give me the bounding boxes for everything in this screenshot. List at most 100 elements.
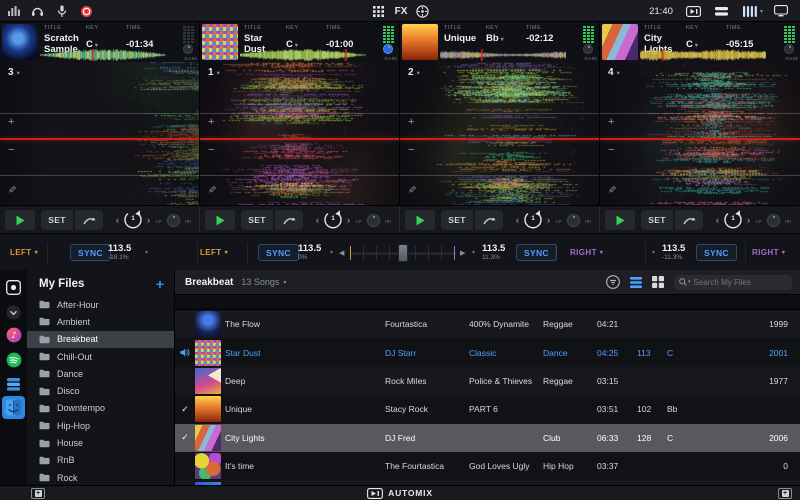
track-overview[interactable] <box>440 48 566 60</box>
edit-pencil-icon[interactable]: ✎ <box>406 185 417 193</box>
loop-halve-button[interactable]: ‹ <box>513 215 522 225</box>
pitch-bend-button[interactable] <box>675 210 703 230</box>
menu-icon[interactable] <box>712 0 730 22</box>
levels-icon[interactable] <box>6 0 22 22</box>
record-icon[interactable] <box>78 0 94 22</box>
playlist-name[interactable]: Breakbeat <box>185 277 233 288</box>
gain-knob[interactable] <box>784 44 794 54</box>
microphone-icon[interactable] <box>54 0 70 22</box>
grid-view-icon[interactable] <box>652 276 664 288</box>
sidebar-folder-item[interactable]: Ambient <box>27 313 174 330</box>
beat-jump-selector[interactable]: 4▾ <box>608 67 620 78</box>
gain-knob[interactable] <box>583 44 593 54</box>
music-library-icon[interactable]: ♪ <box>4 325 23 344</box>
deck-key-select[interactable]: Bb▾ <box>486 33 526 44</box>
sidebar-folder-item[interactable]: Rock <box>27 469 174 485</box>
sidebar-folder-item[interactable]: After-Hour <box>27 296 174 313</box>
loop-button[interactable]: 1 <box>122 209 144 231</box>
camera-icon[interactable] <box>4 278 23 297</box>
loop-double-button[interactable]: › <box>544 215 553 225</box>
deck-waveform[interactable]: 1▾ + − ✎ <box>200 62 400 205</box>
collapse-chevron-icon[interactable] <box>4 303 23 322</box>
deck4-output-select[interactable]: RIGHT▾ <box>752 234 785 271</box>
sidebar-folder-item[interactable]: Dance <box>27 365 174 382</box>
video-library-icon[interactable] <box>4 374 23 393</box>
beat-jump-selector[interactable]: 1▾ <box>208 67 220 78</box>
toggle-panel-button[interactable]: + <box>778 488 792 499</box>
pitch-bend-button[interactable] <box>475 210 503 230</box>
deck1-bpm[interactable]: 113.5-18.1% <box>108 234 131 271</box>
play-button[interactable] <box>605 210 635 230</box>
track-row[interactable]: ✓ Star Dust DJ Starr Classic Dance 04:25… <box>175 338 800 366</box>
deck2-bpm[interactable]: 113.50% <box>298 234 321 271</box>
loop-halve-button[interactable]: ‹ <box>713 215 722 225</box>
edit-pencil-icon[interactable]: ✎ <box>6 185 17 193</box>
cue-set-button[interactable]: SET <box>641 210 673 230</box>
track-overview[interactable] <box>240 48 366 60</box>
crossfader[interactable] <box>350 234 456 271</box>
loop-double-button[interactable]: › <box>744 215 753 225</box>
display-icon[interactable] <box>772 0 790 22</box>
zoom-out-button[interactable]: − <box>608 144 614 156</box>
loop-button[interactable]: 1 <box>722 209 744 231</box>
deck2-sync-button[interactable]: SYNC <box>258 234 299 271</box>
track-overview[interactable] <box>640 48 766 60</box>
loop-halve-button[interactable]: ‹ <box>113 215 122 225</box>
gain-knob[interactable] <box>183 44 193 54</box>
chevron-down-icon[interactable]: ▾ <box>330 234 333 271</box>
deck2-output-select[interactable]: LEFT▾ <box>200 234 228 271</box>
track-row[interactable]: ✓ Deep Rock Miles Police & Thieves Regga… <box>175 367 800 395</box>
zoom-in-button[interactable]: + <box>208 116 214 128</box>
deck-time-remaining[interactable]: -02:12 <box>526 33 572 44</box>
filter-knob[interactable]: LP HP <box>567 214 580 227</box>
chevron-down-icon[interactable]: ▾ <box>472 234 475 271</box>
filter-knob[interactable]: LP HP <box>767 214 780 227</box>
zoom-out-button[interactable]: − <box>408 144 414 156</box>
toggle-sidebar-button[interactable]: + <box>31 488 45 499</box>
filter-icon[interactable] <box>606 275 620 289</box>
deck3-output-select[interactable]: RIGHT▾ <box>570 234 603 271</box>
edit-pencil-icon[interactable]: ✎ <box>606 185 617 193</box>
cue-set-button[interactable]: SET <box>241 210 273 230</box>
pitch-bend-button[interactable] <box>75 210 103 230</box>
chevron-down-icon[interactable]: ▾ <box>145 234 148 271</box>
automix-button[interactable]: AUTOMIX <box>388 488 433 498</box>
crossfader-handle[interactable] <box>398 244 408 262</box>
zoom-out-button[interactable]: − <box>208 144 214 156</box>
zoom-in-button[interactable]: + <box>8 116 14 128</box>
edit-pencil-icon[interactable]: ✎ <box>206 185 217 193</box>
search-input[interactable] <box>691 278 787 287</box>
sidebar-folder-item[interactable]: Hip-Hop <box>27 417 174 434</box>
crossfader-right-arrow[interactable]: ▶ <box>460 234 465 271</box>
loop-double-button[interactable]: › <box>344 215 353 225</box>
track-row[interactable]: ✓ The Flow Fourtastica 400% Dynamite Reg… <box>175 310 800 338</box>
deck-waveform[interactable]: 3▾ + − ✎ <box>0 62 200 205</box>
add-playlist-button[interactable]: + <box>156 278 164 290</box>
deck4-bpm[interactable]: 113.5-11.3% <box>662 234 685 271</box>
zoom-in-button[interactable]: + <box>408 116 414 128</box>
deck-waveform[interactable]: 2▾ + − ✎ <box>400 62 600 205</box>
loop-button[interactable]: 1 <box>522 209 544 231</box>
loop-double-button[interactable]: › <box>144 215 153 225</box>
gain-knob[interactable] <box>383 44 393 54</box>
play-button[interactable] <box>5 210 35 230</box>
track-overview[interactable] <box>40 48 166 60</box>
play-button[interactable] <box>205 210 235 230</box>
loop-button[interactable]: 1 <box>322 209 344 231</box>
track-row[interactable]: ✓ Unique Stacy Rock PART 6 03:51 102 Bb <box>175 395 800 423</box>
deck-waveform[interactable]: 4▾ + − ✎ <box>600 62 800 205</box>
deck1-sync-button[interactable]: SYNC <box>70 234 111 271</box>
cue-set-button[interactable]: SET <box>41 210 73 230</box>
zoom-out-button[interactable]: − <box>8 144 14 156</box>
spotify-icon[interactable] <box>4 350 23 369</box>
filter-knob[interactable]: LP HP <box>167 214 180 227</box>
crossfader-track[interactable] <box>350 245 456 261</box>
track-row[interactable]: ✓ City Lights DJ Fred Club 06:33 128 C 2… <box>175 424 800 452</box>
sidebar-folder-item[interactable]: Disco <box>27 382 174 399</box>
sidebar-folder-item[interactable]: Downtempo <box>27 400 174 417</box>
zoom-in-button[interactable]: + <box>608 116 614 128</box>
sidebar-folder-item[interactable]: RnB <box>27 452 174 469</box>
deck-layout-selector[interactable]: ▾ <box>740 0 766 22</box>
beat-jump-selector[interactable]: 3▾ <box>8 67 20 78</box>
play-button[interactable] <box>405 210 435 230</box>
